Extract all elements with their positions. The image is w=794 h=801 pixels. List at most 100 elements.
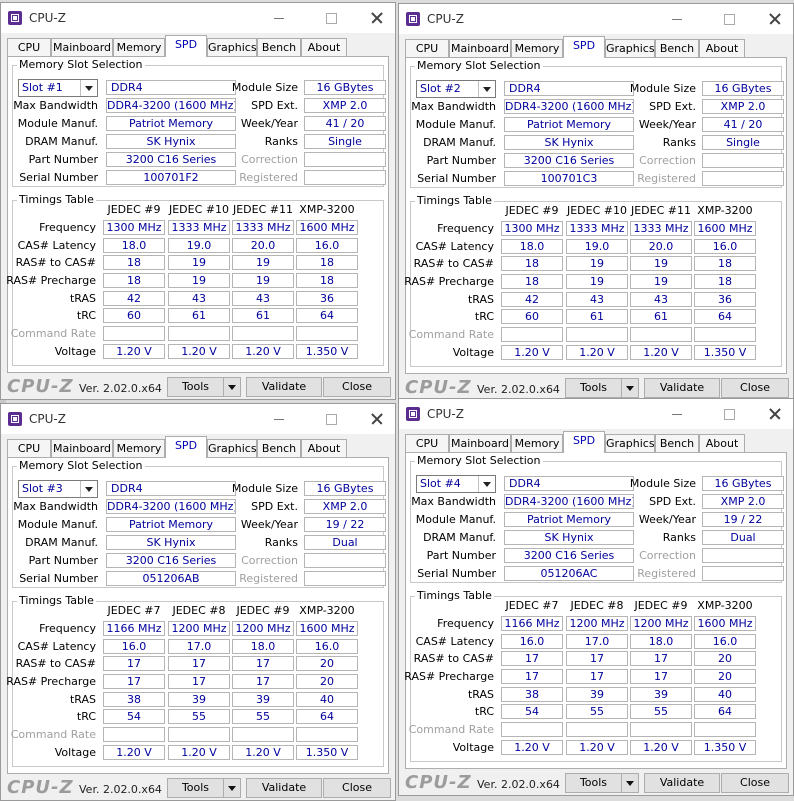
chevron-down-icon[interactable] xyxy=(478,81,495,97)
tab-bench[interactable]: Bench xyxy=(655,434,699,452)
tras-cell: 39 xyxy=(168,692,230,707)
minimize-button[interactable] xyxy=(669,406,685,422)
timing-column-header: JEDEC #7 xyxy=(107,604,161,617)
maximize-button[interactable] xyxy=(323,10,339,26)
tab-memory[interactable]: Memory xyxy=(113,38,165,56)
tools-dropdown-icon[interactable] xyxy=(223,778,241,798)
tab-graphics[interactable]: Graphics xyxy=(207,439,257,457)
tab-graphics[interactable]: Graphics xyxy=(605,434,655,452)
command-rate-cell xyxy=(103,326,165,341)
chevron-down-icon[interactable] xyxy=(80,481,97,497)
tab-memory[interactable]: Memory xyxy=(511,39,563,57)
tab-cpu[interactable]: CPU xyxy=(7,38,51,56)
timing-column-header: JEDEC #10 xyxy=(566,204,627,217)
registered-label: Registered xyxy=(637,567,696,580)
maximize-button[interactable] xyxy=(721,406,737,422)
close-window-button[interactable] xyxy=(369,10,385,26)
cas-latency-cell: 16.0 xyxy=(103,639,165,654)
ranks-label: Ranks xyxy=(264,536,298,549)
chevron-down-icon[interactable] xyxy=(80,80,97,96)
tab-about[interactable]: About xyxy=(301,439,347,457)
ranks-value: Dual xyxy=(304,535,386,550)
validate-button[interactable]: Validate xyxy=(246,778,322,798)
maximize-button[interactable] xyxy=(721,11,737,27)
tools-button[interactable]: Tools xyxy=(167,377,224,397)
cas-latency-label: CAS# Latency xyxy=(17,239,96,252)
title-bar: CPU-Z xyxy=(1,3,395,33)
max-bandwidth-value: DDR4-3200 (1600 MHz) xyxy=(106,499,236,514)
memory-slot-group-label: Memory Slot Selection xyxy=(17,459,145,472)
frequency-label: Frequency xyxy=(437,222,494,235)
close-button[interactable]: Close xyxy=(721,773,789,793)
close-window-button[interactable] xyxy=(767,11,783,27)
voltage-cell: 1.20 V xyxy=(168,344,230,359)
tab-bench[interactable]: Bench xyxy=(655,39,699,57)
correction-label: Correction xyxy=(639,549,696,562)
tools-dropdown-icon[interactable] xyxy=(621,773,639,793)
close-button[interactable]: Close xyxy=(323,778,391,798)
trc-cell: 60 xyxy=(501,309,563,324)
ras-precharge-cell: 17 xyxy=(168,674,230,689)
minimize-button[interactable] xyxy=(669,11,685,27)
tab-cpu[interactable]: CPU xyxy=(405,434,449,452)
tab-bench[interactable]: Bench xyxy=(257,38,301,56)
cas-latency-cell: 19.0 xyxy=(566,239,628,254)
tab-cpu[interactable]: CPU xyxy=(405,39,449,57)
slot-select-value: Slot #3 xyxy=(22,482,63,495)
command-rate-cell xyxy=(630,722,692,737)
tab-about[interactable]: About xyxy=(301,38,347,56)
tab-mainboard[interactable]: Mainboard xyxy=(51,439,113,457)
tab-mainboard[interactable]: Mainboard xyxy=(449,39,511,57)
ras-precharge-label: RAS# Precharge xyxy=(6,675,96,688)
close-window-button[interactable] xyxy=(767,406,783,422)
dram-manuf-value: SK Hynix xyxy=(106,535,236,550)
tab-about[interactable]: About xyxy=(699,434,745,452)
close-button[interactable]: Close xyxy=(721,378,789,398)
tools-button[interactable]: Tools xyxy=(565,773,622,793)
cpuz-app-icon xyxy=(8,412,22,426)
tab-cpu[interactable]: CPU xyxy=(7,439,51,457)
voltage-cell: 1.350 V xyxy=(296,344,358,359)
tab-about[interactable]: About xyxy=(699,39,745,57)
frequency-cell: 1333 MHz xyxy=(566,221,628,236)
part-number-value: 3200 C16 Series xyxy=(106,152,236,167)
slot-select[interactable]: Slot #3 xyxy=(18,480,98,498)
spd-ext-label: SPD Ext. xyxy=(649,495,696,508)
tab-mainboard[interactable]: Mainboard xyxy=(449,434,511,452)
tools-dropdown-icon[interactable] xyxy=(621,378,639,398)
cas-latency-label: CAS# Latency xyxy=(415,635,494,648)
close-button[interactable]: Close xyxy=(323,377,391,397)
max-bandwidth-label: Max Bandwidth xyxy=(13,99,98,112)
tab-graphics[interactable]: Graphics xyxy=(207,38,257,56)
correction-value xyxy=(702,153,784,168)
tab-spd[interactable]: SPD xyxy=(563,36,605,58)
slot-select[interactable]: Slot #4 xyxy=(416,475,496,493)
minimize-button[interactable] xyxy=(271,411,287,427)
tab-spd[interactable]: SPD xyxy=(165,436,207,458)
tab-mainboard[interactable]: Mainboard xyxy=(51,38,113,56)
trc-cell: 64 xyxy=(694,309,756,324)
ras-to-cas-cell: 18 xyxy=(501,256,563,271)
tools-dropdown-icon[interactable] xyxy=(223,377,241,397)
command-rate-cell xyxy=(168,727,230,742)
tab-bench[interactable]: Bench xyxy=(257,439,301,457)
tab-memory[interactable]: Memory xyxy=(511,434,563,452)
validate-button[interactable]: Validate xyxy=(644,378,720,398)
slot-select[interactable]: Slot #1 xyxy=(18,79,98,97)
slot-select[interactable]: Slot #2 xyxy=(416,80,496,98)
close-window-button[interactable] xyxy=(369,411,385,427)
maximize-button[interactable] xyxy=(323,411,339,427)
tab-spd[interactable]: SPD xyxy=(563,431,605,453)
dram-manuf-label: DRAM Manuf. xyxy=(423,531,496,544)
ras-precharge-label: RAS# Precharge xyxy=(404,670,494,683)
chevron-down-icon[interactable] xyxy=(478,476,495,492)
tools-button[interactable]: Tools xyxy=(565,378,622,398)
tools-button[interactable]: Tools xyxy=(167,778,224,798)
frequency-cell: 1600 MHz xyxy=(694,616,756,631)
tab-graphics[interactable]: Graphics xyxy=(605,39,655,57)
tab-spd[interactable]: SPD xyxy=(165,35,207,57)
validate-button[interactable]: Validate xyxy=(644,773,720,793)
minimize-button[interactable] xyxy=(271,10,287,26)
tab-memory[interactable]: Memory xyxy=(113,439,165,457)
validate-button[interactable]: Validate xyxy=(246,377,322,397)
